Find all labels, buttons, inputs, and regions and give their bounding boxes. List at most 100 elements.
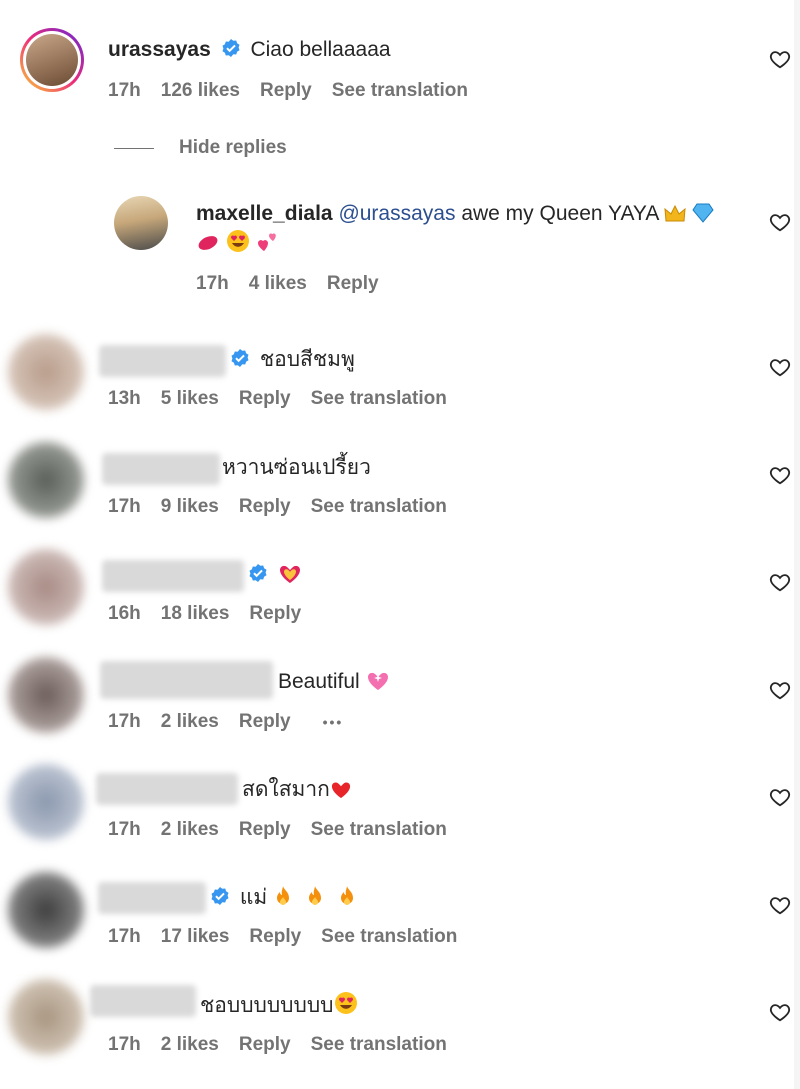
timestamp[interactable]: 13h — [108, 388, 141, 409]
heart-outline-icon[interactable] — [769, 1001, 791, 1023]
comment-text: Beautiful — [278, 670, 360, 693]
two-hearts-emoji-icon — [256, 231, 280, 261]
fire-emoji-icon — [273, 885, 293, 915]
verified-badge-icon — [249, 564, 267, 582]
comment-text: ชอบบบบบบบบ — [200, 994, 334, 1017]
timestamp[interactable]: 17h — [108, 496, 141, 517]
comment-line: urassayas Ciao bellaaaaa — [108, 36, 391, 64]
see-translation-button[interactable]: See translation — [311, 1034, 447, 1055]
comment-meta: 16h 18 likes Reply — [108, 602, 321, 626]
likes-count[interactable]: 126 likes — [161, 80, 240, 101]
blurred-username[interactable] — [90, 985, 196, 1017]
likes-count[interactable]: 18 likes — [161, 603, 230, 624]
avatar[interactable] — [20, 28, 84, 92]
timestamp[interactable]: 17h — [108, 819, 141, 840]
blurred-username[interactable] — [100, 661, 273, 699]
hide-replies-button[interactable]: Hide replies — [179, 136, 287, 160]
reply-button[interactable]: Reply — [239, 711, 291, 732]
comment-text: ชอบสีชมพู — [259, 348, 355, 371]
heart-eyes-emoji-icon — [334, 991, 358, 1023]
timestamp[interactable]: 17h — [108, 80, 141, 101]
comment-meta: 17h 2 likes Reply See translation — [108, 818, 467, 842]
likes-count[interactable]: 2 likes — [161, 711, 219, 732]
username[interactable]: urassayas — [108, 38, 211, 61]
likes-count[interactable]: 2 likes — [161, 819, 219, 840]
reply-button[interactable]: Reply — [239, 496, 291, 517]
reply-button[interactable]: Reply — [327, 273, 379, 294]
avatar[interactable] — [8, 764, 84, 840]
timestamp[interactable]: 17h — [196, 273, 229, 294]
see-translation-button[interactable]: See translation — [332, 80, 468, 101]
heart-eyes-emoji-icon — [226, 229, 250, 261]
heart-outline-icon[interactable] — [769, 786, 791, 808]
comment-text: หวานซ่อนเปรี้ยว — [222, 456, 371, 479]
kiss-mark-emoji-icon — [196, 233, 220, 261]
username[interactable]: maxelle_diala — [196, 202, 333, 225]
heart-outline-icon[interactable] — [769, 464, 791, 486]
comment-meta: 17h 17 likes Reply See translation — [108, 925, 477, 949]
timestamp[interactable]: 17h — [108, 1034, 141, 1055]
comment-text: Ciao bellaaaaa — [250, 38, 391, 61]
see-translation-button[interactable]: See translation — [321, 926, 457, 947]
blurred-username[interactable] — [102, 453, 220, 485]
reply-button[interactable]: Reply — [239, 1034, 291, 1055]
reply-line: maxelle_diala @urassayas awe my Queen YA… — [196, 200, 714, 231]
heart-outline-icon[interactable] — [769, 356, 791, 378]
reply-meta: 17h 4 likes Reply — [196, 272, 399, 296]
avatar[interactable] — [8, 442, 84, 518]
scrollbar[interactable] — [794, 0, 800, 1089]
comment-meta: 17h 9 likes Reply See translation — [108, 495, 467, 519]
blurred-username[interactable] — [99, 345, 226, 377]
blurred-username[interactable] — [102, 560, 244, 592]
see-translation-button[interactable]: See translation — [311, 496, 447, 517]
heart-with-ribbon-emoji-icon — [278, 562, 302, 592]
comment-text: สดใสมาก — [242, 778, 330, 801]
timestamp[interactable]: 16h — [108, 603, 141, 624]
more-options-button[interactable]: ••• — [323, 714, 344, 730]
fire-emoji-icon — [337, 885, 357, 915]
avatar[interactable] — [8, 979, 84, 1055]
likes-count[interactable]: 9 likes — [161, 496, 219, 517]
reply-button[interactable]: Reply — [260, 80, 312, 101]
reply-emoji-line — [196, 229, 280, 261]
likes-count[interactable]: 4 likes — [249, 273, 307, 294]
gem-emoji-icon — [692, 203, 714, 231]
avatar[interactable] — [8, 334, 84, 410]
avatar[interactable] — [114, 196, 168, 250]
verified-badge-icon — [231, 349, 249, 367]
avatar[interactable] — [8, 872, 84, 948]
reply-button[interactable]: Reply — [249, 926, 301, 947]
red-heart-emoji-icon — [330, 779, 352, 807]
heart-outline-icon[interactable] — [769, 679, 791, 701]
divider — [114, 148, 154, 149]
heart-outline-icon[interactable] — [769, 211, 791, 233]
fire-emoji-icon — [305, 885, 325, 915]
comment-meta: 17h 2 likes Reply See translation — [108, 1033, 467, 1057]
comment-meta: 13h 5 likes Reply See translation — [108, 387, 467, 411]
avatar[interactable] — [8, 549, 84, 625]
reply-button[interactable]: Reply — [239, 819, 291, 840]
mention-link[interactable]: @urassayas — [338, 202, 455, 225]
reply-button[interactable]: Reply — [239, 388, 291, 409]
heart-outline-icon[interactable] — [769, 894, 791, 916]
timestamp[interactable]: 17h — [108, 926, 141, 947]
reply-button[interactable]: Reply — [249, 603, 301, 624]
see-translation-button[interactable]: See translation — [311, 388, 447, 409]
comment-line: ชอบบบบบบบบ — [200, 991, 358, 1023]
heart-outline-icon[interactable] — [769, 48, 791, 70]
comment-line: หวานซ่อนเปรี้ยว — [222, 454, 371, 482]
likes-count[interactable]: 5 likes — [161, 388, 219, 409]
blurred-username[interactable] — [96, 773, 238, 805]
see-translation-button[interactable]: See translation — [311, 819, 447, 840]
sparkling-heart-emoji-icon — [366, 669, 390, 699]
comment-meta: 17h 126 likes Reply See translation — [108, 79, 488, 103]
timestamp[interactable]: 17h — [108, 711, 141, 732]
likes-count[interactable]: 17 likes — [161, 926, 230, 947]
verified-badge-icon — [222, 39, 240, 57]
heart-outline-icon[interactable] — [769, 571, 791, 593]
comment-text: awe my Queen YAYA — [461, 202, 659, 225]
likes-count[interactable]: 2 likes — [161, 1034, 219, 1055]
blurred-username[interactable] — [98, 882, 206, 914]
verified-badge-icon — [211, 887, 229, 905]
avatar[interactable] — [8, 657, 84, 733]
